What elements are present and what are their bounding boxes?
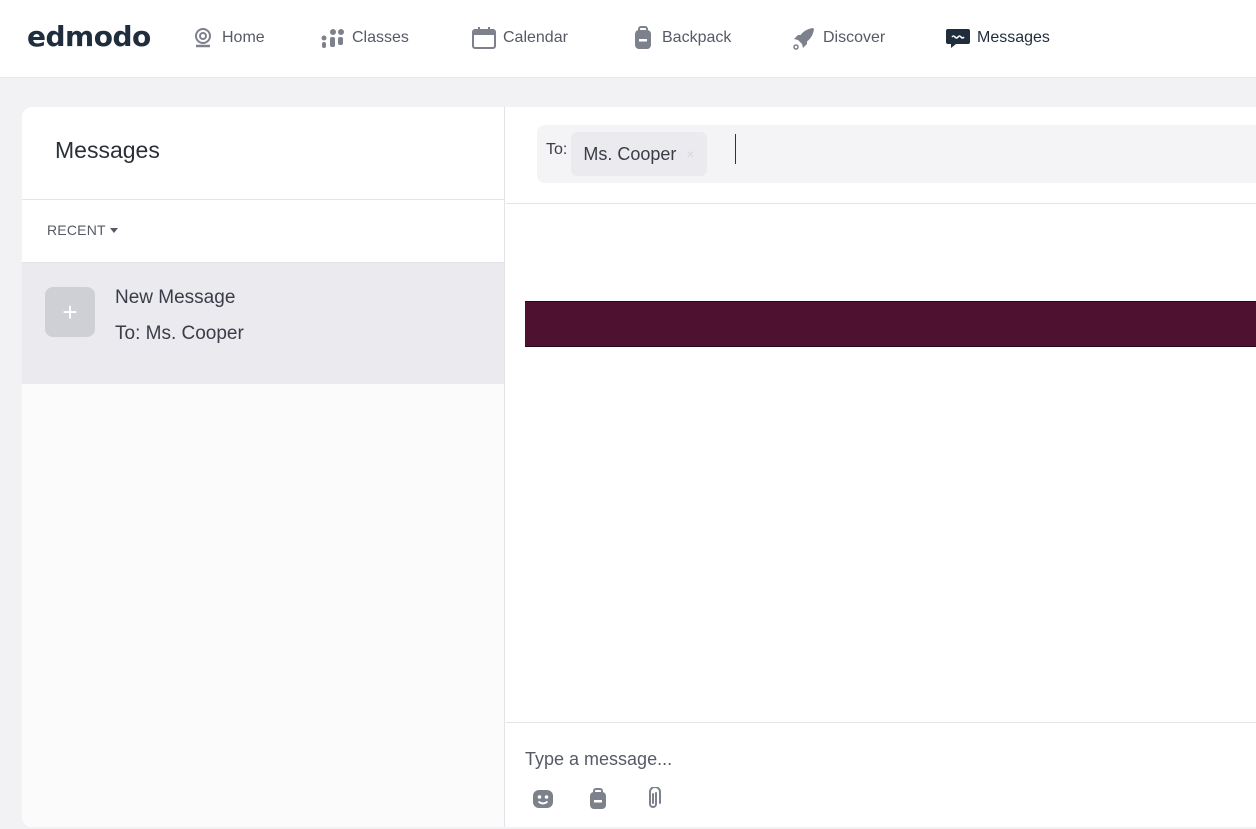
conversation-subtitle: To: Ms. Cooper	[115, 323, 244, 344]
conversation-title: New Message	[115, 287, 236, 308]
recent-filter-dropdown[interactable]: RECENT	[22, 200, 504, 263]
nav-classes[interactable]: Classes	[320, 22, 409, 54]
recipient-bar: To: Ms. Cooper ×	[537, 125, 1256, 183]
compose-panel: To: Ms. Cooper ×	[506, 107, 1256, 827]
backpack-icon	[630, 25, 656, 51]
emoji-icon[interactable]	[531, 787, 555, 811]
nav-home-label: Home	[222, 29, 265, 46]
nav-discover[interactable]: Discover	[791, 22, 885, 54]
caret-down-icon	[109, 228, 118, 233]
to-label: To:	[546, 141, 568, 158]
messages-card: Messages RECENT + New Message To: Ms. Co…	[22, 107, 1256, 827]
message-banner	[525, 301, 1256, 347]
nav-calendar[interactable]: Calendar	[471, 22, 568, 54]
nav-messages[interactable]: Messages	[945, 22, 1050, 54]
paperclip-icon[interactable]	[641, 787, 665, 811]
backpack-icon[interactable]	[586, 787, 610, 811]
nav-messages-label: Messages	[977, 29, 1050, 46]
remove-recipient-icon[interactable]: ×	[686, 146, 694, 162]
rocket-icon	[791, 25, 817, 51]
nav-home[interactable]: Home	[190, 22, 265, 54]
header-divider	[506, 203, 1256, 204]
classes-icon	[320, 25, 346, 51]
recent-filter-label: RECENT	[47, 222, 106, 238]
home-icon	[190, 25, 216, 51]
edmodo-logo[interactable]: edmodo	[27, 20, 151, 53]
nav-backpack[interactable]: Backpack	[630, 22, 731, 54]
recipient-name: Ms. Cooper	[583, 143, 677, 164]
nav-backpack-label: Backpack	[662, 29, 732, 46]
plus-icon: +	[45, 287, 95, 337]
composer-divider	[506, 722, 1256, 723]
conversation-sidebar: Messages RECENT + New Message To: Ms. Co…	[22, 107, 505, 827]
nav-calendar-label: Calendar	[503, 29, 568, 46]
top-navigation: edmodo Home Classes Calendar Backpack Di…	[0, 0, 1256, 78]
conversation-item-new-message[interactable]: + New Message To: Ms. Cooper	[22, 263, 504, 384]
recipient-input[interactable]	[734, 134, 1135, 164]
nav-discover-label: Discover	[823, 29, 886, 46]
message-bubble-icon	[945, 25, 971, 51]
nav-classes-label: Classes	[352, 29, 409, 46]
recipient-chip[interactable]: Ms. Cooper ×	[571, 132, 707, 176]
calendar-icon	[471, 25, 497, 51]
sidebar-title: Messages	[22, 107, 504, 200]
conversation-text: New Message To: Ms. Cooper	[115, 280, 244, 352]
composer-toolbar	[531, 787, 696, 811]
message-input[interactable]	[525, 739, 1225, 779]
